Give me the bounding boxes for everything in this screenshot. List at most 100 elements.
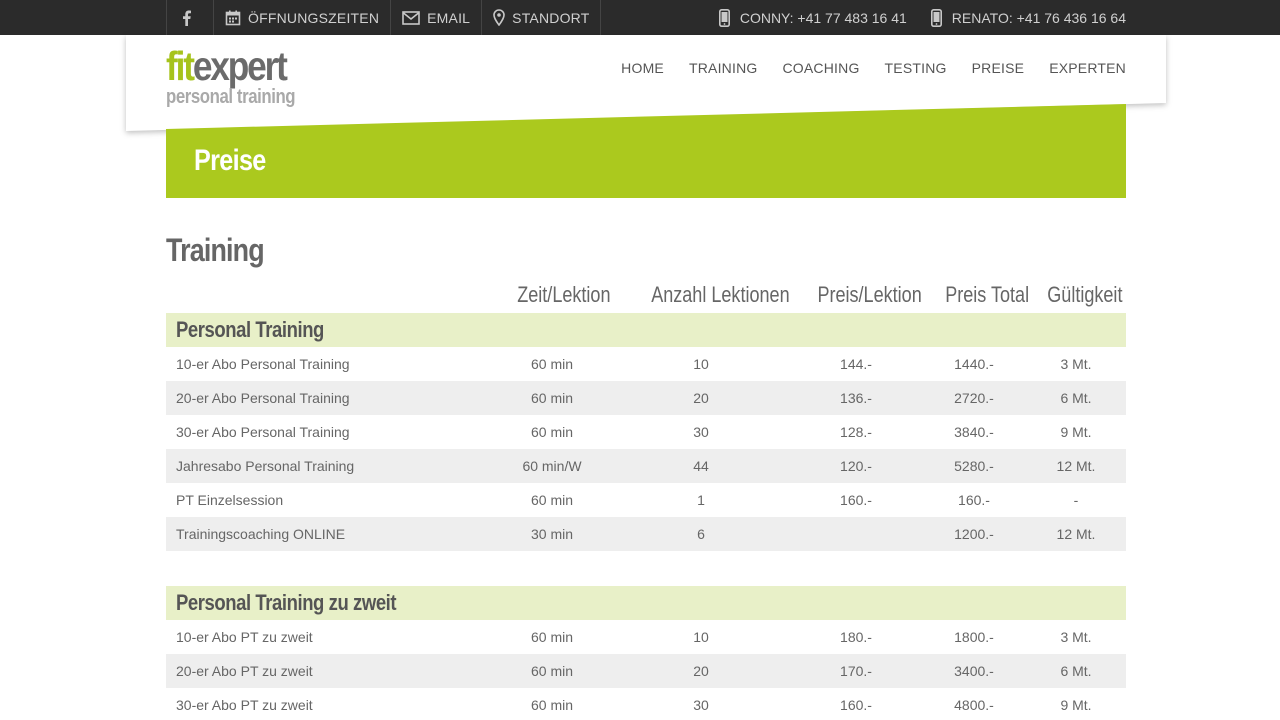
row-total: 3840.- (954, 424, 994, 440)
row-anzahl: 6 (697, 526, 705, 542)
location-label: STANDORT (512, 9, 590, 26)
row-zeit: 30 min (530, 526, 574, 542)
row-zeit: 60 min/W (522, 458, 582, 474)
row-name: 30-er Abo Personal Training (176, 424, 350, 440)
row-name: Trainingscoaching ONLINE (176, 526, 346, 542)
section-title: Training (166, 232, 265, 268)
location-link[interactable]: STANDORT (482, 0, 602, 35)
top-bar: ÖFFNUNGSZEITEN EMAIL STANDORT CONNY: +41… (0, 0, 1280, 35)
row-anzahl: 30 (693, 424, 709, 440)
row-gueltigkeit: 6 Mt. (1060, 390, 1092, 406)
row-zeit: 60 min (530, 356, 574, 372)
row-gueltigkeit: - (1073, 492, 1079, 508)
row-zeit: 60 min (530, 424, 574, 440)
table-row: PT Einzelsession 60 min 1 160.- 160.- - (166, 483, 1126, 517)
location-pin-icon (493, 9, 505, 26)
table-row: 30-er Abo PT zu zweit 60 min 30 160.- 4800.-… (166, 688, 1126, 720)
row-anzahl: 20 (693, 390, 709, 406)
row-anzahl: 10 (693, 629, 709, 645)
row-name: 10-er Abo Personal Training (176, 356, 350, 372)
row-preis: 180.- (840, 629, 872, 645)
envelope-icon (402, 10, 420, 25)
calendar-icon (225, 10, 241, 25)
phone-conny-label: CONNY: +41 77 483 16 41 (739, 9, 907, 26)
top-bar-phones: CONNY: +41 77 483 16 41 RENATO: +41 76 4… (695, 0, 1126, 35)
nav-experten[interactable]: EXPERTEN (1049, 60, 1126, 76)
phone-renato-label: RENATO: +41 76 436 16 64 (951, 9, 1126, 26)
row-gueltigkeit: 3 Mt. (1060, 629, 1092, 645)
email-label: EMAIL (427, 9, 471, 26)
logo[interactable]: fitexpert personal training (166, 44, 320, 109)
email-link[interactable]: EMAIL (391, 0, 483, 35)
logo-wordmark: fitexpert (166, 43, 288, 89)
row-name: Jahresabo Personal Training (176, 458, 355, 474)
group-title: Personal Training zu zweit (176, 590, 397, 615)
row-total: 1200.- (954, 526, 994, 542)
opening-hours-link[interactable]: ÖFFNUNGSZEITEN (214, 0, 392, 35)
row-name: 20-er Abo PT zu zweit (176, 663, 313, 679)
row-total: 1440.- (954, 356, 994, 372)
row-zeit: 60 min (530, 390, 574, 406)
row-anzahl: 10 (693, 356, 709, 372)
table-row: 20-er Abo PT zu zweit 60 min 20 170.- 3400.-… (166, 654, 1126, 688)
row-name: 20-er Abo Personal Training (176, 390, 350, 406)
row-zeit: 60 min (530, 492, 574, 508)
row-name: 10-er Abo PT zu zweit (176, 629, 313, 645)
logo-tagline: personal training (166, 86, 296, 108)
row-anzahl: 30 (693, 697, 709, 713)
facebook-link[interactable] (167, 0, 214, 35)
column-header-anzahl: Anzahl Lektionen (651, 282, 790, 307)
column-header-gueltigkeit: Gültigkeit (1047, 282, 1123, 307)
nav-testing[interactable]: TESTING (885, 60, 947, 76)
page-title: Preise (194, 144, 266, 177)
table-row: Jahresabo Personal Training 60 min/W 44 120… (166, 449, 1126, 483)
main-nav: HOME TRAINING COACHING TESTING PREISE EX… (596, 60, 1126, 76)
row-preis: 120.- (840, 458, 872, 474)
group-header: Personal Training zu zweit (166, 586, 1126, 620)
mobile-phone-icon (718, 8, 730, 27)
row-preis: 136.- (840, 390, 872, 406)
phone-renato[interactable]: RENATO: +41 76 436 16 64 (930, 8, 1126, 27)
row-gueltigkeit: 12 Mt. (1056, 458, 1096, 474)
row-total: 4800.- (954, 697, 994, 713)
row-preis: 170.- (840, 663, 872, 679)
row-anzahl: 1 (697, 492, 705, 508)
table-row: 10-er Abo Personal Training 60 min 10 144.-… (166, 347, 1126, 381)
row-anzahl: 20 (693, 663, 709, 679)
row-zeit: 60 min (530, 629, 574, 645)
row-gueltigkeit: 9 Mt. (1060, 697, 1092, 713)
mobile-phone-icon (930, 8, 942, 27)
row-preis: 144.- (840, 356, 872, 372)
column-header-zeit: Zeit/Lektion (517, 282, 611, 307)
nav-training[interactable]: TRAINING (689, 60, 758, 76)
group-header: Personal Training (166, 313, 1126, 347)
row-name: 30-er Abo PT zu zweit (176, 697, 313, 713)
row-zeit: 60 min (530, 697, 574, 713)
row-preis: 128.- (840, 424, 872, 440)
row-preis: 160.- (840, 492, 872, 508)
table-row: 10-er Abo PT zu zweit 60 min 10 180.- 1800.-… (166, 620, 1126, 654)
nav-preise[interactable]: PREISE (972, 60, 1025, 76)
row-total: 3400.- (954, 663, 994, 679)
row-total: 160.- (958, 492, 990, 508)
group-title: Personal Training (176, 317, 324, 342)
row-preis: 160.- (840, 697, 872, 713)
row-name: PT Einzelsession (176, 492, 284, 508)
table-row: 20-er Abo Personal Training 60 min 20 136.-… (166, 381, 1126, 415)
row-zeit: 60 min (530, 663, 574, 679)
table-row: 30-er Abo Personal Training 60 min 30 128.-… (166, 415, 1126, 449)
row-total: 2720.- (954, 390, 994, 406)
nav-coaching[interactable]: COACHING (782, 60, 859, 76)
column-header-total: Preis Total (945, 282, 1030, 307)
nav-home[interactable]: HOME (621, 60, 664, 76)
column-header-preis: Preis/Lektion (817, 282, 922, 307)
facebook-icon (183, 10, 191, 26)
opening-hours-label: ÖFFNUNGSZEITEN (248, 9, 380, 26)
row-gueltigkeit: 3 Mt. (1060, 356, 1092, 372)
phone-conny[interactable]: CONNY: +41 77 483 16 41 (718, 8, 907, 27)
row-gueltigkeit: 9 Mt. (1060, 424, 1092, 440)
row-total: 5280.- (954, 458, 994, 474)
row-gueltigkeit: 6 Mt. (1060, 663, 1092, 679)
table-row: Trainingscoaching ONLINE 30 min 6 1200.- 12 … (166, 517, 1126, 551)
row-total: 1800.- (954, 629, 994, 645)
